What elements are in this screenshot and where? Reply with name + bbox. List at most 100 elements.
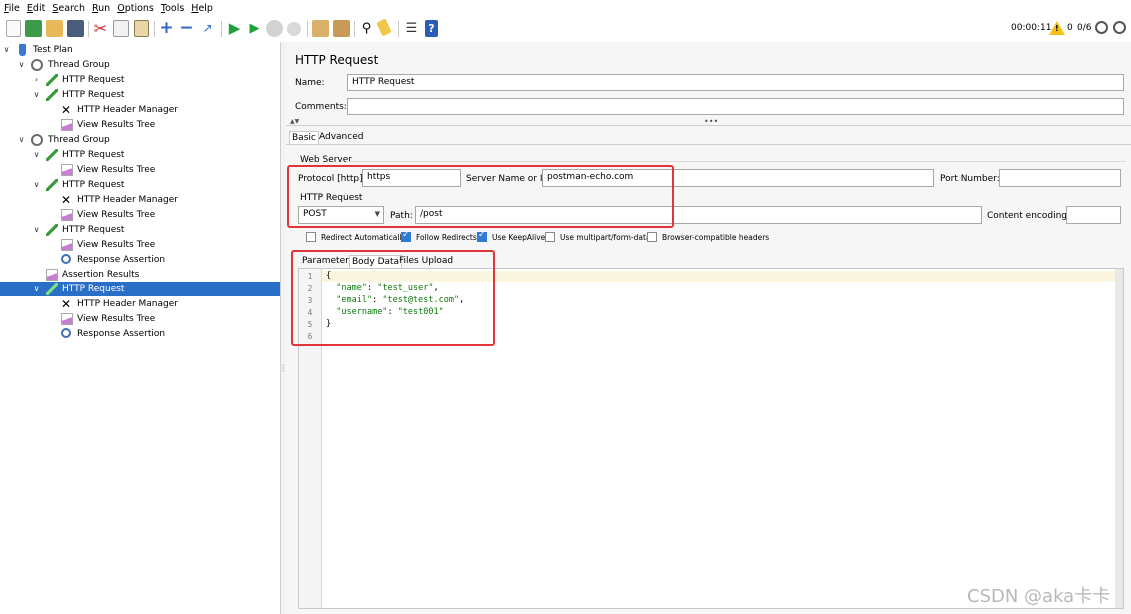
tree-node-results-tree[interactable]: View Results Tree [0, 118, 280, 132]
port-label: Port Number: [940, 174, 1000, 184]
tree-node-http-request[interactable]: ∨ HTTP Request [0, 178, 280, 192]
tree-node-header-manager[interactable]: ✕ HTTP Header Manager [0, 193, 280, 207]
clear-all-icon[interactable] [333, 20, 350, 37]
start-icon[interactable]: ▶ [226, 20, 243, 37]
tree-label: View Results Tree [77, 165, 156, 175]
name-field[interactable]: HTTP Request [347, 74, 1124, 91]
toggle-icon[interactable]: ↗ [199, 20, 216, 37]
menu-edit[interactable]: Edit [23, 0, 48, 15]
chevron-down-icon[interactable]: ∨ [17, 58, 26, 72]
separator [286, 125, 1131, 126]
tree-node-header-manager[interactable]: ✕ HTTP Header Manager [0, 103, 280, 117]
reset-search-icon[interactable] [376, 18, 392, 37]
chevron-down-icon[interactable]: ∨ [32, 223, 41, 237]
new-icon[interactable] [6, 20, 21, 37]
menu-options[interactable]: Options [113, 0, 157, 15]
tree-node-test-plan[interactable]: ∨ Test Plan [0, 43, 280, 57]
stop-icon[interactable] [266, 20, 283, 37]
help-icon[interactable]: ? [425, 20, 438, 37]
tree-node-results-tree[interactable]: View Results Tree [0, 163, 280, 177]
results-tree-icon [61, 313, 73, 325]
http-request-icon [46, 179, 58, 191]
tree-node-http-request[interactable]: ∨ HTTP Request [0, 223, 280, 237]
tree-node-thread-group[interactable]: ∨ Thread Group [0, 58, 280, 72]
tree-node-results-tree[interactable]: View Results Tree [0, 208, 280, 222]
tree-label: Response Assertion [77, 255, 166, 265]
http-request-icon [46, 149, 58, 161]
menu-run[interactable]: Run [88, 0, 113, 15]
results-tree-icon [61, 209, 73, 221]
tree-node-http-request[interactable]: ∨ HTTP Request [0, 88, 280, 102]
watermark: CSDN @aka卡卡 [967, 586, 1111, 607]
highlight-box-body-data [291, 250, 495, 346]
tree-node-assertion-results[interactable]: Assertion Results [0, 268, 280, 282]
menu-search[interactable]: Search [48, 0, 88, 15]
search-icon[interactable]: ⚲ [358, 20, 375, 37]
warning-exclaim: ! [1055, 24, 1059, 33]
tree-node-results-tree[interactable]: View Results Tree [0, 312, 280, 326]
follow-redirects-checkbox[interactable] [401, 230, 411, 242]
results-tree-icon [61, 239, 73, 251]
tree-node-header-manager[interactable]: ✕ HTTP Header Manager [0, 297, 280, 311]
tree-node-response-assertion[interactable]: Response Assertion [0, 327, 280, 341]
tree-node-thread-group[interactable]: ∨ Thread Group [0, 133, 280, 147]
http-request-panel: HTTP Request Name: HTTP Request Comments… [286, 42, 1131, 614]
chevron-down-icon[interactable]: ∨ [32, 178, 41, 192]
name-label: Name: [295, 78, 325, 88]
vertical-scrollbar[interactable] [1115, 269, 1123, 608]
tree-label: View Results Tree [77, 210, 156, 220]
http-request-icon [46, 89, 58, 101]
shutdown-icon[interactable] [287, 22, 301, 36]
test-plan-tree: ∨ Test Plan ∨ Thread Group › HTTP Reques… [0, 42, 281, 614]
browser-headers-checkbox[interactable] [647, 232, 657, 242]
cut-icon[interactable]: ✂ [92, 20, 109, 37]
tab-basic[interactable]: Basic [289, 131, 319, 144]
chevron-down-icon[interactable]: ∨ [2, 43, 11, 57]
start-no-pauses-icon[interactable]: ▶ [246, 20, 263, 37]
tab-advanced[interactable]: Advanced [317, 131, 365, 143]
chevron-right-icon[interactable]: › [32, 73, 41, 87]
http-request-icon [46, 224, 58, 236]
paste-icon[interactable] [134, 20, 149, 37]
comments-field[interactable] [347, 98, 1124, 115]
tree-node-http-request[interactable]: ∨ HTTP Request [0, 148, 280, 162]
tree-label: HTTP Request [62, 150, 125, 160]
tree-label: View Results Tree [77, 240, 156, 250]
drag-handle-icon[interactable]: · · · [282, 362, 285, 376]
chevron-down-icon[interactable]: ∨ [32, 282, 41, 296]
redirect-auto-checkbox[interactable] [306, 232, 316, 242]
toolbar: ✂ + − ↗ ▶ ▶ ⚲ ☰ ? 00:00:11 ! 0 0/6 [0, 16, 1131, 42]
test-plan-icon [19, 44, 26, 56]
magnifier-icon [61, 254, 71, 264]
tree-node-results-tree[interactable]: View Results Tree [0, 238, 280, 252]
multipart-checkbox[interactable] [545, 232, 555, 242]
open-icon[interactable] [46, 20, 63, 37]
menu-file[interactable]: File [0, 0, 23, 15]
browser-headers-label: Browser-compatible headers [662, 233, 770, 242]
keepalive-label: Use KeepAlive [492, 233, 546, 242]
port-field[interactable] [999, 169, 1121, 187]
expand-icon[interactable]: + [158, 20, 175, 37]
encoding-field[interactable] [1066, 206, 1121, 224]
clear-icon[interactable] [312, 20, 329, 37]
save-icon[interactable] [67, 20, 84, 37]
collapse-icon[interactable]: − [178, 20, 195, 37]
collapse-arrows-icon[interactable]: ▲▼ [290, 118, 299, 125]
tree-label: HTTP Request [62, 75, 125, 85]
remote-icon[interactable] [1095, 21, 1108, 34]
menu-tools[interactable]: Tools [157, 0, 187, 15]
templates-icon[interactable] [25, 20, 42, 37]
chevron-down-icon[interactable]: ∨ [32, 88, 41, 102]
keepalive-checkbox[interactable] [477, 230, 487, 242]
tree-label: Test Plan [33, 45, 73, 55]
tree-node-response-assertion[interactable]: Response Assertion [0, 253, 280, 267]
tree-node-http-request-selected[interactable]: ∨ HTTP Request [0, 282, 280, 296]
tree-node-http-request[interactable]: › HTTP Request [0, 73, 280, 87]
menu-help[interactable]: Help [187, 0, 216, 15]
chevron-down-icon[interactable]: ∨ [17, 133, 26, 147]
chevron-down-icon[interactable]: ∨ [32, 148, 41, 162]
copy-icon[interactable] [113, 20, 129, 37]
function-helper-icon[interactable]: ☰ [403, 20, 420, 37]
tree-label: HTTP Request [62, 225, 125, 235]
thread-group-icon [31, 59, 43, 71]
